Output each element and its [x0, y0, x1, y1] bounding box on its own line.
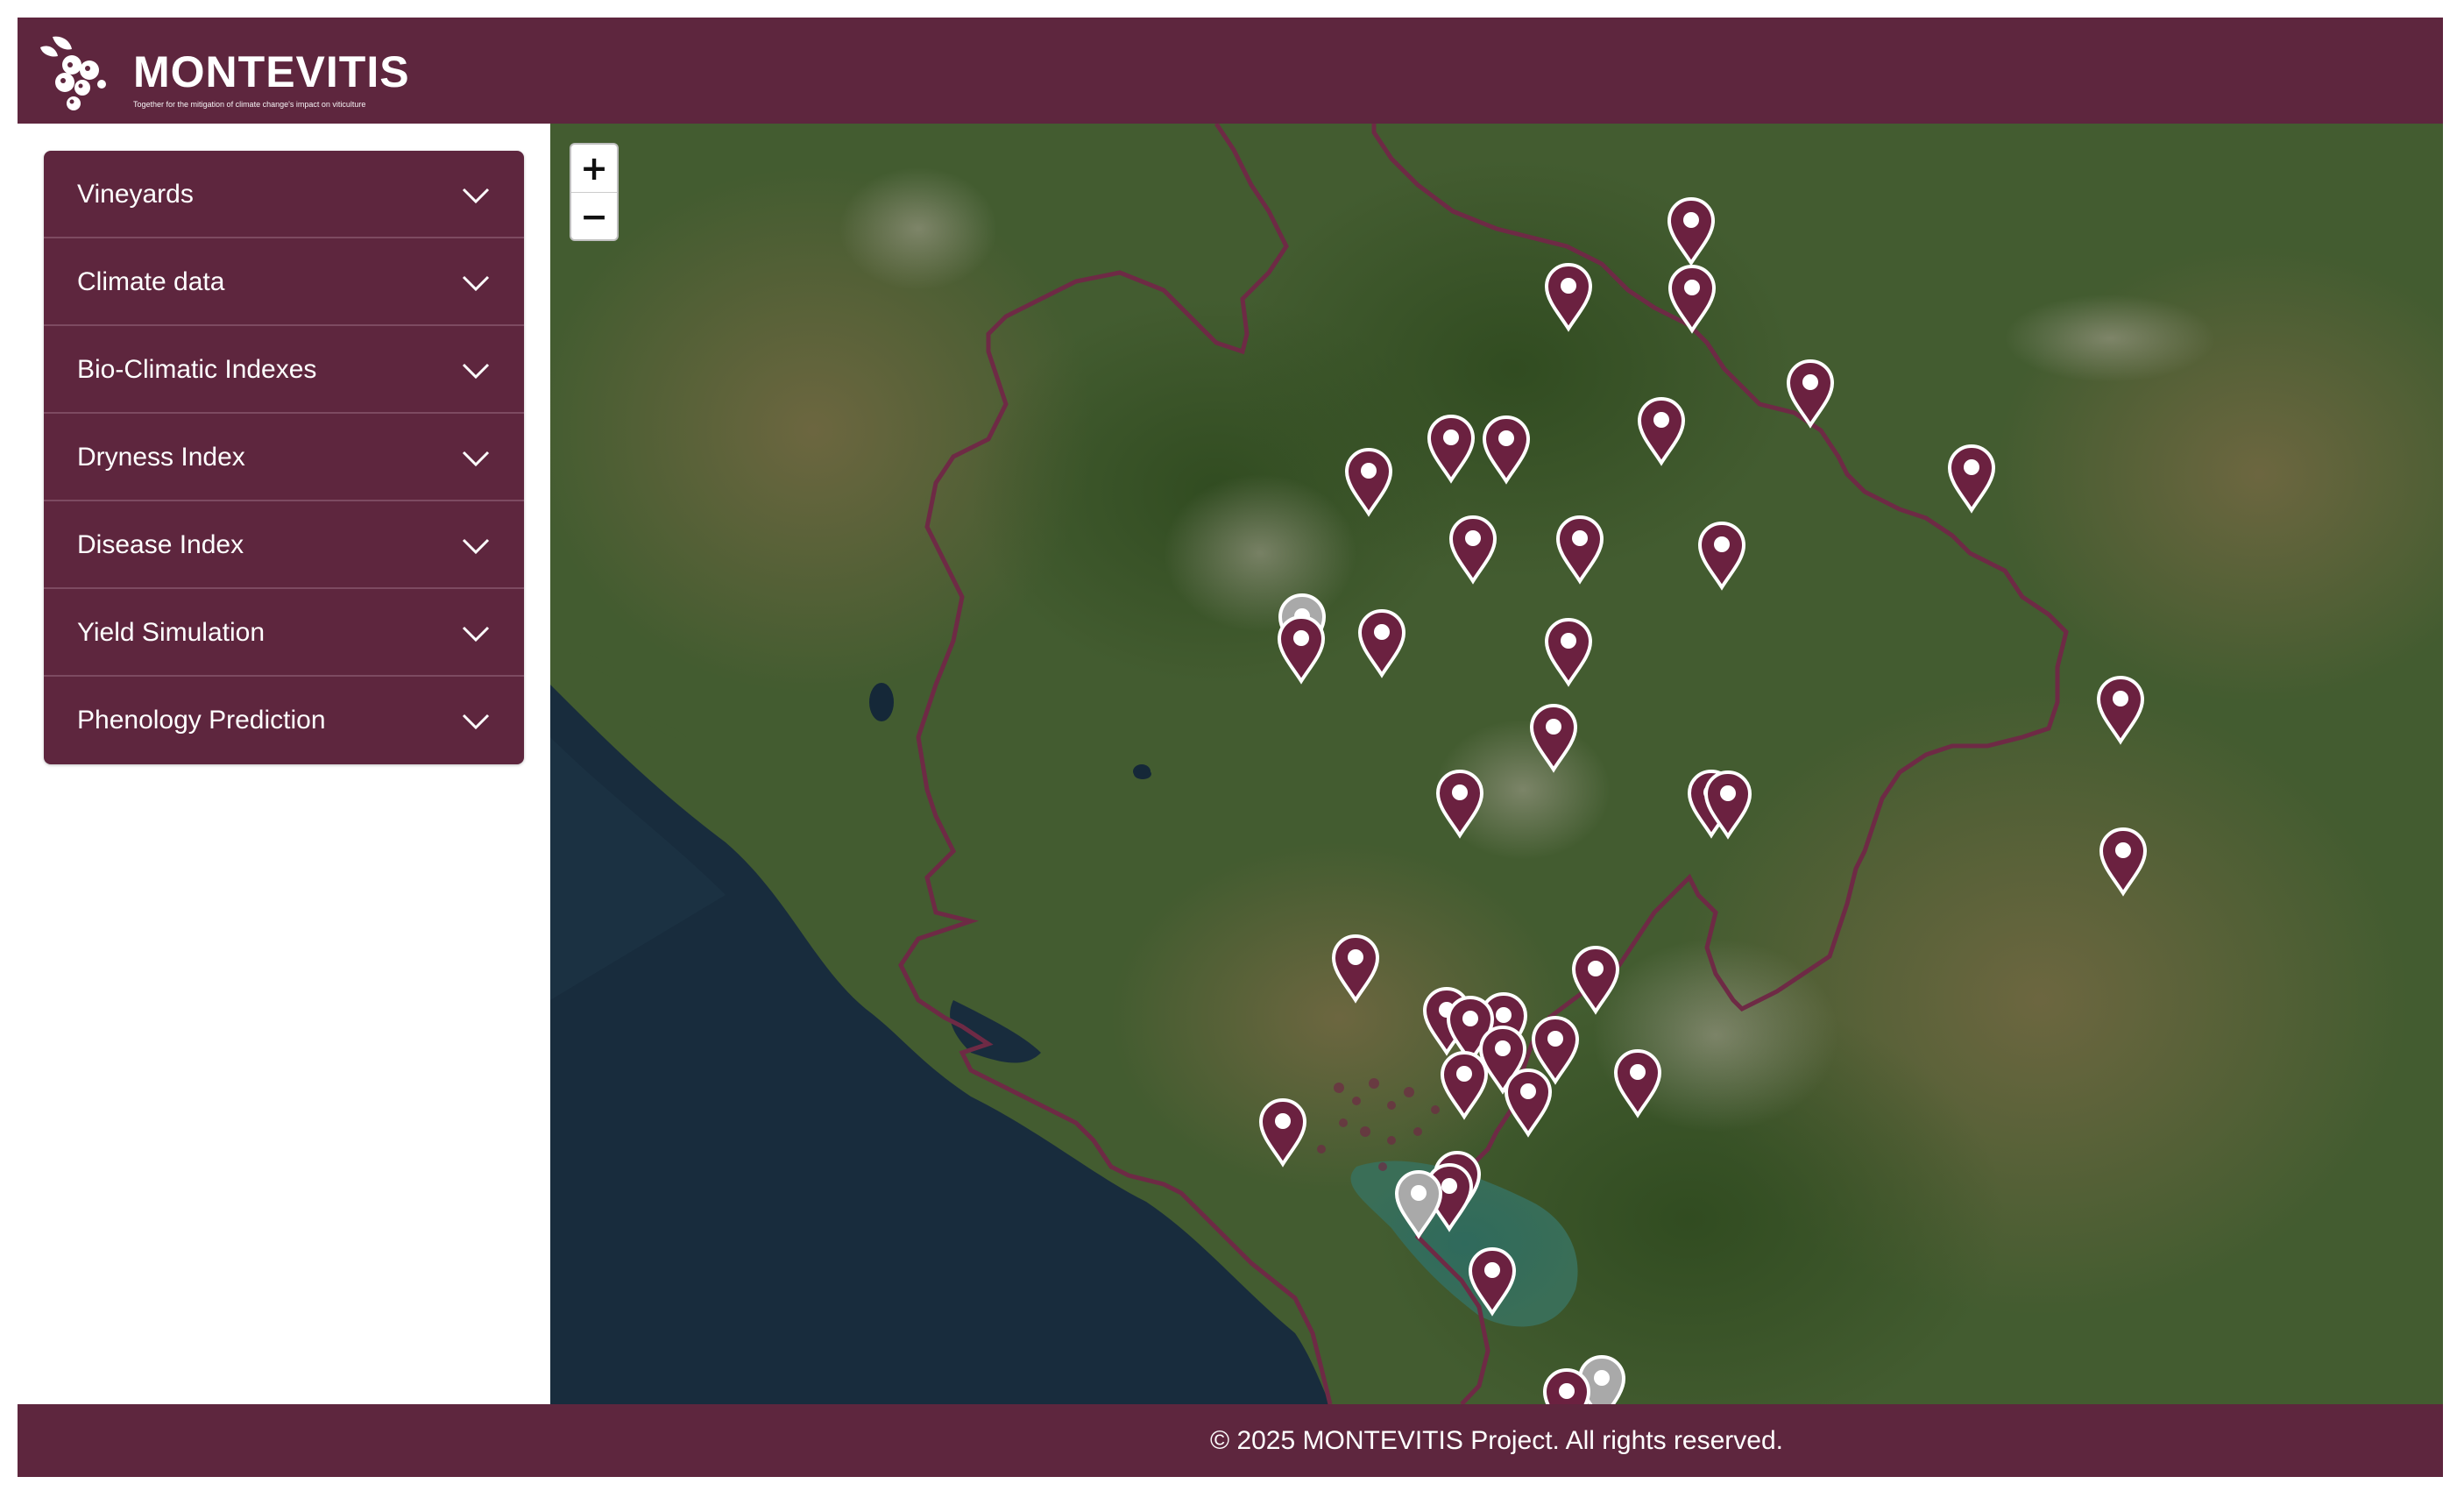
accordion-item-climate-data[interactable]: Climate data [44, 238, 524, 326]
map-pin-icon[interactable] [1542, 260, 1595, 332]
map-pin-icon[interactable] [2094, 673, 2147, 745]
satellite-map[interactable]: + − [550, 124, 2443, 1404]
accordion-label: Climate data [77, 267, 225, 296]
map-pin-icon[interactable] [1275, 613, 1328, 685]
map-pin-icon[interactable] [1502, 1066, 1554, 1138]
accordion-item-vineyards[interactable]: Vineyards [44, 151, 524, 238]
chevron-down-icon [462, 451, 490, 467]
logo[interactable]: MONTEVITIS Together for the mitigation o… [35, 30, 409, 117]
map-pin-icon[interactable] [1635, 394, 1688, 466]
sidebar: Vineyards Climate data Bio-Climatic Inde… [18, 124, 550, 1404]
map-pin-icon[interactable] [1702, 768, 1754, 840]
map-pin-icon[interactable] [1554, 513, 1606, 585]
zoom-control: + − [570, 143, 619, 241]
map-pin-icon[interactable] [1480, 413, 1533, 485]
accordion-item-dryness-index[interactable]: Dryness Index [44, 414, 524, 501]
map-pin-icon[interactable] [1257, 1096, 1309, 1168]
accordion-label: Bio-Climatic Indexes [77, 355, 317, 384]
map-pin-icon[interactable] [1542, 615, 1595, 687]
brand-tagline: Together for the mitigation of climate c… [133, 100, 366, 109]
footer: © 2025 MONTEVITIS Project. All rights re… [18, 1404, 2443, 1477]
map-pin-icon[interactable] [1784, 357, 1837, 429]
map-pin-icon[interactable] [1356, 607, 1408, 678]
zoom-out-button[interactable]: − [571, 193, 617, 239]
accordion-label: Vineyards [77, 180, 194, 209]
chevron-down-icon [462, 714, 490, 730]
map-pin-icon[interactable] [1666, 262, 1718, 334]
map-pin-icon[interactable] [1434, 767, 1486, 839]
map-pin-icon[interactable] [2097, 825, 2149, 897]
chevron-down-icon [462, 363, 490, 380]
map-pin-icon[interactable] [1527, 701, 1580, 773]
chevron-down-icon [462, 275, 490, 292]
map-pin-icon[interactable] [1466, 1245, 1519, 1317]
accordion-item-phenology-prediction[interactable]: Phenology Prediction [44, 677, 524, 764]
accordion-label: Dryness Index [77, 443, 245, 472]
chevron-down-icon [462, 626, 490, 643]
accordion-label: Yield Simulation [77, 618, 265, 647]
map-pin-icon[interactable] [1540, 1366, 1593, 1404]
map-pin-icon[interactable] [1447, 513, 1499, 585]
chevron-down-icon [462, 538, 490, 555]
accordion-label: Phenology Prediction [77, 706, 326, 735]
accordion-label: Disease Index [77, 530, 244, 559]
satellite-imagery [550, 124, 2443, 1404]
accordion-item-disease-index[interactable]: Disease Index [44, 501, 524, 589]
accordion-item-bio-climatic-indexes[interactable]: Bio-Climatic Indexes [44, 326, 524, 414]
map-pin-icon[interactable] [1425, 412, 1477, 484]
layer-accordion: Vineyards Climate data Bio-Climatic Inde… [44, 151, 524, 764]
copyright-text: © 2025 MONTEVITIS Project. All rights re… [1210, 1426, 1783, 1455]
brand-name: MONTEVITIS [133, 47, 410, 96]
map-pin-icon[interactable] [1569, 943, 1622, 1015]
map-pin-icon[interactable] [1329, 932, 1382, 1004]
map-pin-icon[interactable] [1696, 519, 1748, 591]
map-pin-icon[interactable] [1665, 195, 1717, 266]
app-window: MONTEVITIS Together for the mitigation o… [18, 18, 2443, 1477]
map-pin-icon[interactable] [1945, 442, 1998, 514]
map-pin-icon[interactable] [1611, 1047, 1664, 1118]
map-pin-icon[interactable] [1392, 1168, 1445, 1239]
grape-logo-icon [40, 36, 106, 110]
zoom-in-button[interactable]: + [571, 145, 617, 193]
accordion-item-yield-simulation[interactable]: Yield Simulation [44, 589, 524, 677]
header: MONTEVITIS Together for the mitigation o… [18, 18, 2443, 124]
chevron-down-icon [462, 188, 490, 204]
map-pin-icon[interactable] [1342, 445, 1395, 517]
